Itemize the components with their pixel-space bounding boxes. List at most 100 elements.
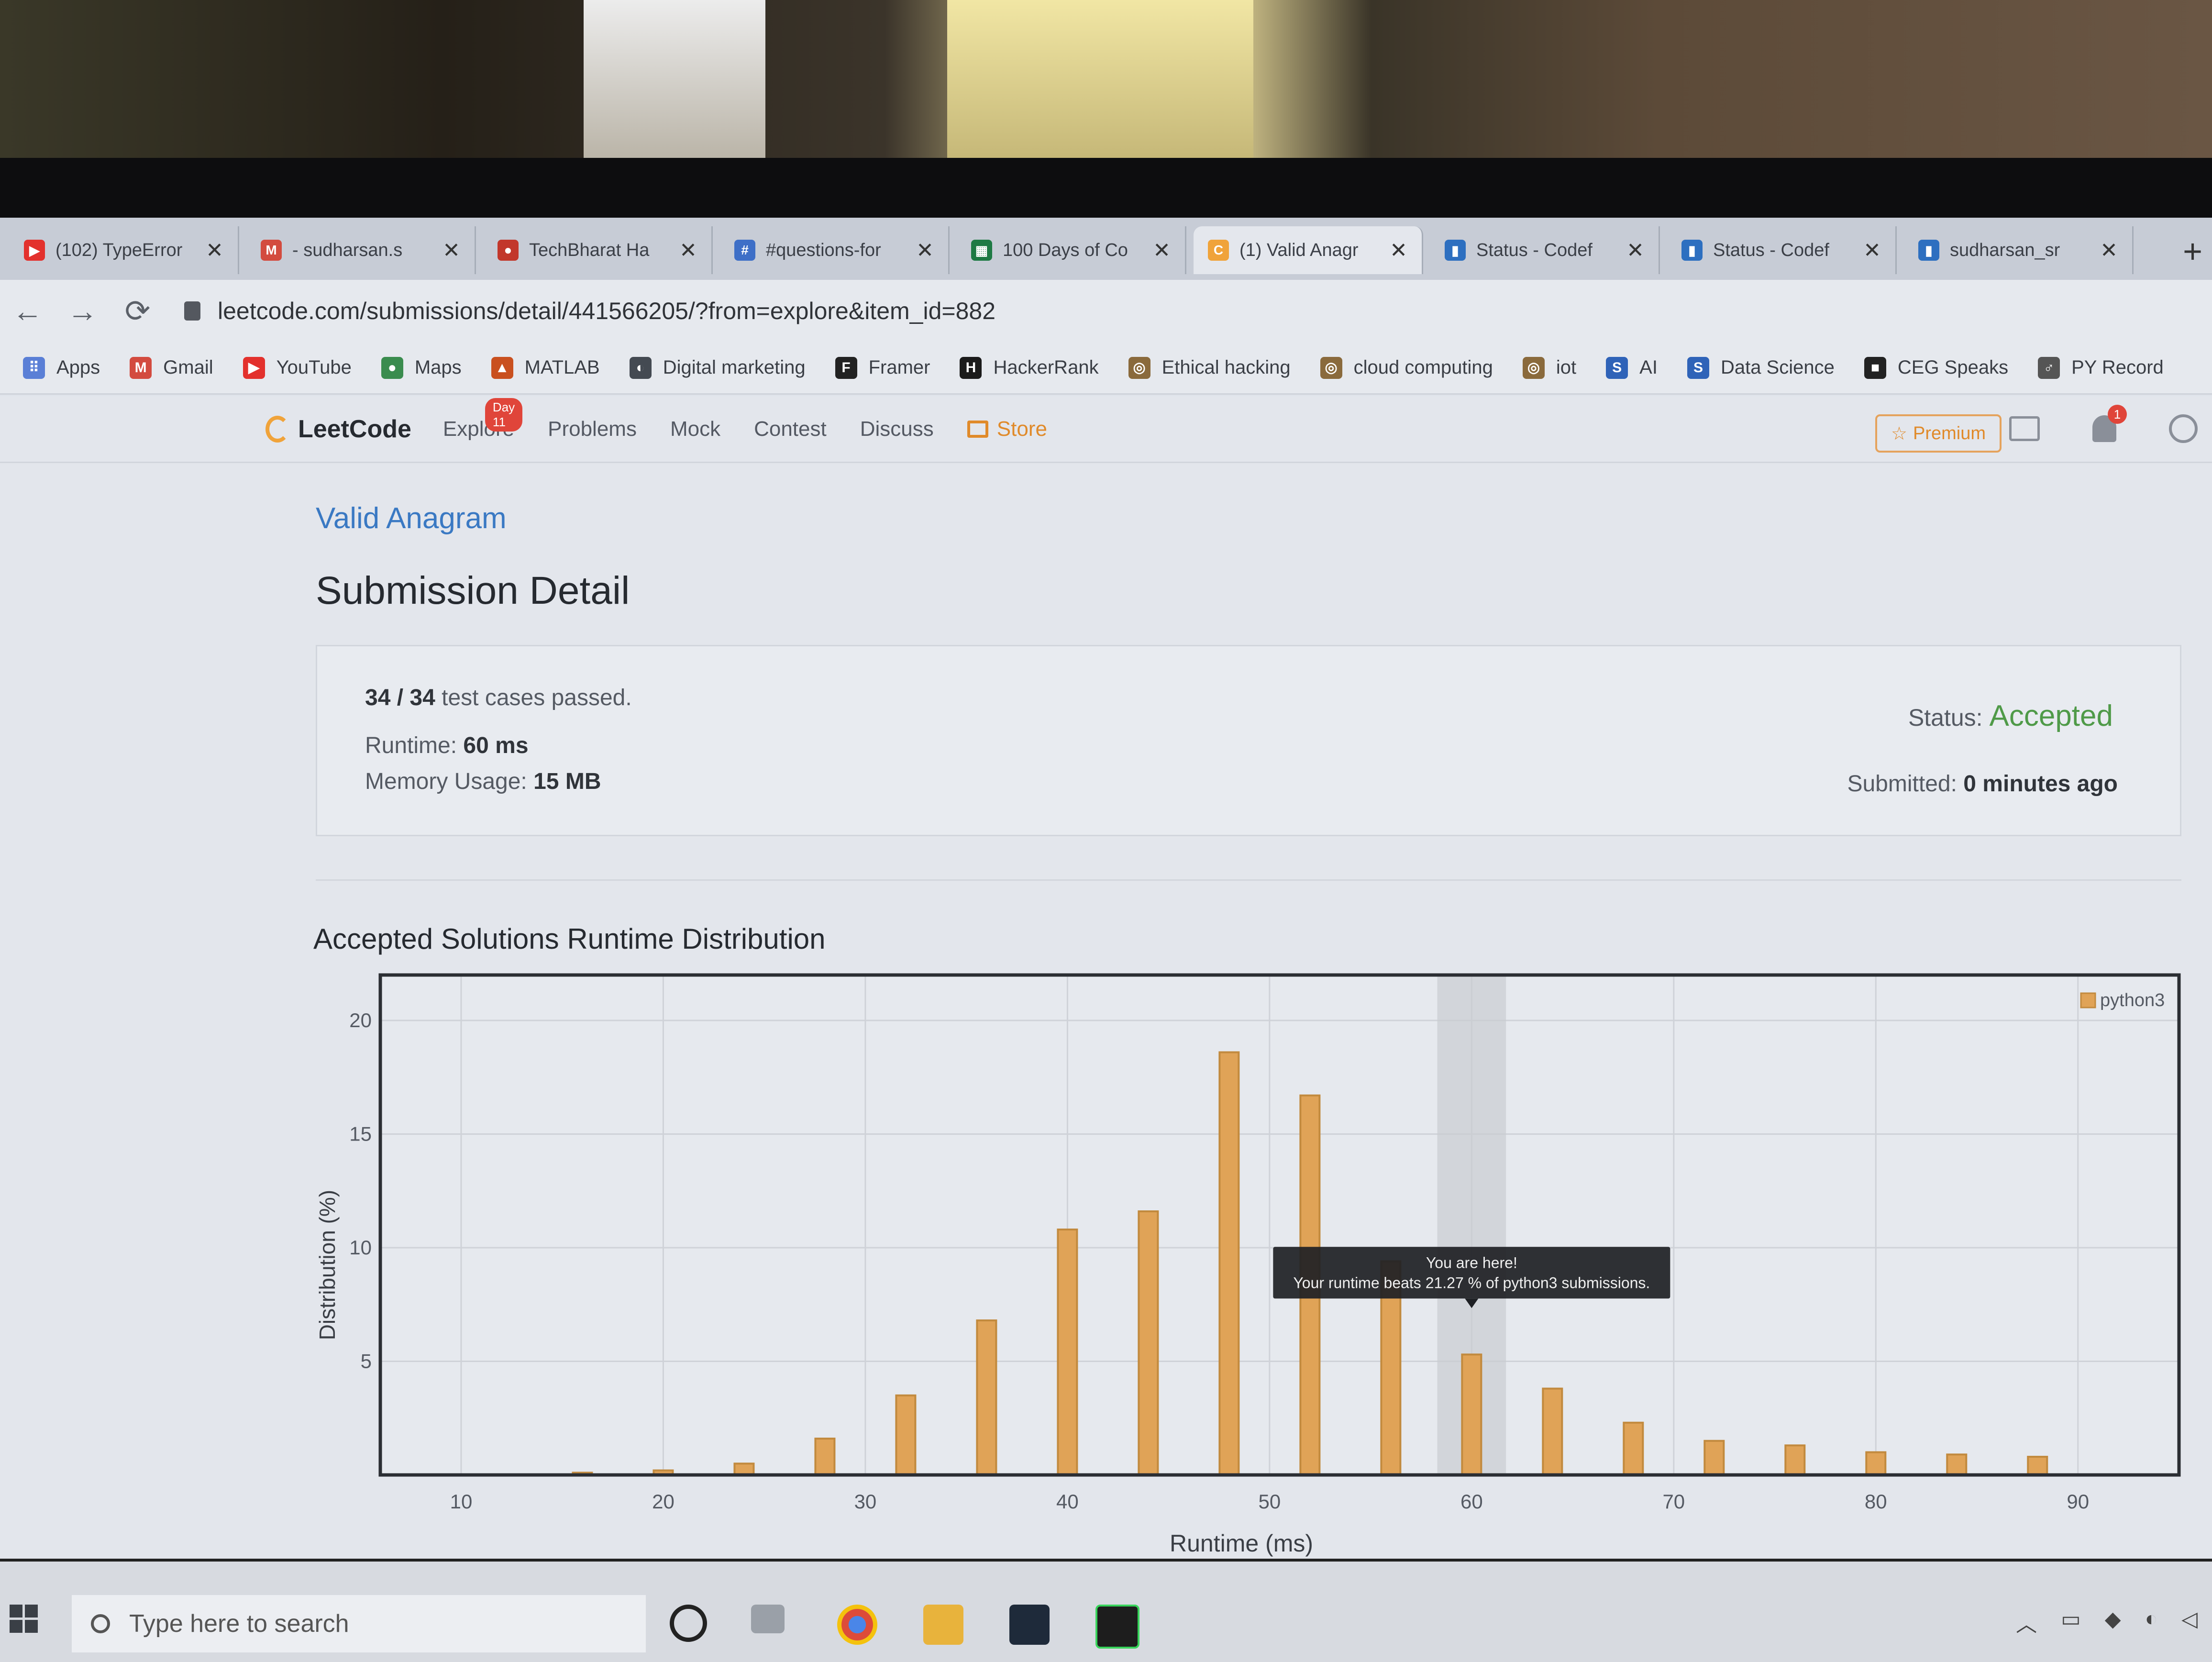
nav-store[interactable]: Store bbox=[967, 417, 1047, 441]
notification-bell-icon[interactable]: 1 bbox=[2092, 405, 2127, 442]
close-icon[interactable]: ✕ bbox=[206, 238, 223, 263]
bar[interactable] bbox=[2027, 1456, 2048, 1476]
bar[interactable] bbox=[1542, 1387, 1563, 1476]
windows-start-icon[interactable] bbox=[10, 1605, 38, 1633]
bookmark-item[interactable]: ♂ PY Record bbox=[2038, 356, 2164, 379]
tray-chevron-icon[interactable]: ︿ bbox=[2016, 1607, 2037, 1638]
leetcode-logo-icon bbox=[265, 415, 289, 443]
bookmark-label: Data Science bbox=[1720, 357, 1835, 378]
bar[interactable] bbox=[1461, 1353, 1482, 1476]
nav-problems[interactable]: Problems bbox=[548, 417, 637, 441]
bar[interactable] bbox=[976, 1319, 997, 1476]
close-icon[interactable]: ✕ bbox=[2100, 238, 2118, 263]
submission-result-card: 34 / 34 test cases passed. Runtime: 60 m… bbox=[316, 645, 2181, 836]
close-icon[interactable]: ✕ bbox=[1153, 238, 1171, 263]
system-tray: ︿ ▭ ◆ ◐ ◁ bbox=[2016, 1607, 2198, 1638]
chrome-icon[interactable] bbox=[837, 1605, 877, 1645]
chart-svg: 10 20 30 40 50 60 70 80 90 5 10 15 20 Runtime (ms) Dis… bbox=[315, 973, 2181, 1557]
tab-6[interactable]: ▮ Status - Codef ✕ bbox=[1430, 226, 1660, 274]
avatar[interactable] bbox=[2169, 414, 2198, 443]
y-tick-label: 5 bbox=[361, 1350, 372, 1373]
bookmark-item[interactable]: ⠿ Apps bbox=[23, 356, 100, 379]
gmail-icon: M bbox=[261, 240, 282, 261]
bar[interactable] bbox=[814, 1438, 836, 1476]
nav-explore[interactable]: Explore Day 11 bbox=[443, 398, 523, 441]
bookmark-item[interactable]: F Framer bbox=[835, 356, 930, 379]
new-tab-button[interactable]: + bbox=[2183, 232, 2202, 270]
maps-pin-icon: ● bbox=[381, 356, 403, 379]
bookmark-item[interactable]: ● Maps bbox=[381, 356, 462, 379]
bar[interactable] bbox=[1218, 1051, 1240, 1476]
tab-2[interactable]: ● TechBharat Ha ✕ bbox=[483, 226, 713, 274]
runtime-value: 60 ms bbox=[463, 733, 529, 758]
bar[interactable] bbox=[895, 1394, 917, 1476]
memory-label: Memory Usage: bbox=[365, 769, 527, 794]
close-icon[interactable]: ✕ bbox=[679, 238, 697, 263]
tab-title: TechBharat Ha bbox=[529, 240, 650, 260]
taskbar-search-input[interactable]: Type here to search bbox=[72, 1595, 646, 1652]
bookmark-item[interactable]: ◎ iot bbox=[1522, 356, 1576, 379]
close-icon[interactable]: ✕ bbox=[1863, 238, 1881, 263]
photo-window-left bbox=[584, 0, 765, 163]
bar[interactable] bbox=[1784, 1444, 1806, 1476]
cortana-icon[interactable] bbox=[670, 1605, 707, 1642]
bookmark-item[interactable]: ▶ YouTube bbox=[243, 356, 352, 379]
tray-volume-icon[interactable]: ◁ bbox=[2181, 1607, 2198, 1638]
s-icon: S bbox=[1687, 356, 1709, 379]
tab-0[interactable]: ▶ (102) TypeError ✕ bbox=[10, 226, 239, 274]
iot-icon: ◎ bbox=[1522, 356, 1545, 379]
status-value[interactable]: Accepted bbox=[1989, 699, 2113, 732]
bar[interactable] bbox=[733, 1463, 755, 1476]
bookmark-item[interactable]: ◎ Ethical hacking bbox=[1128, 356, 1291, 379]
tray-battery-icon[interactable]: ▭ bbox=[2061, 1607, 2081, 1638]
tab-7[interactable]: ▮ Status - Codef ✕ bbox=[1667, 226, 1897, 274]
tray-network-icon[interactable]: ◐ bbox=[2145, 1607, 2158, 1638]
bar[interactable] bbox=[1703, 1440, 1725, 1476]
tab-1[interactable]: M - sudharsan.s ✕ bbox=[246, 226, 476, 274]
bar[interactable] bbox=[1138, 1210, 1159, 1476]
tab-4[interactable]: ▦ 100 Days of Co ✕ bbox=[957, 226, 1186, 274]
bookmark-item[interactable]: M Gmail bbox=[130, 356, 213, 379]
tab-3[interactable]: # #questions-for ✕ bbox=[720, 226, 950, 274]
tab-5[interactable]: C (1) Valid Anagr ✕ bbox=[1194, 226, 1423, 274]
playground-icon[interactable] bbox=[2009, 416, 2040, 441]
sheets-icon: ▦ bbox=[971, 240, 992, 261]
back-button[interactable]: ← bbox=[0, 293, 55, 329]
bookmark-item[interactable]: S AI bbox=[1606, 356, 1658, 379]
bookmark-label: HackerRank bbox=[993, 357, 1099, 378]
bookmark-item[interactable]: S Data Science bbox=[1687, 356, 1835, 379]
close-icon[interactable]: ✕ bbox=[442, 238, 460, 263]
nav-mock[interactable]: Mock bbox=[670, 417, 720, 441]
bookmark-item[interactable]: ◎ cloud computing bbox=[1320, 356, 1493, 379]
problem-title-link[interactable]: Valid Anagram bbox=[316, 501, 507, 535]
bar[interactable] bbox=[1057, 1229, 1078, 1476]
bookmark-item[interactable]: ▲ MATLAB bbox=[491, 356, 600, 379]
bar[interactable] bbox=[1623, 1421, 1644, 1476]
bookmark-item[interactable]: ■ CEG Speaks bbox=[1864, 356, 2008, 379]
premium-button[interactable]: ☆ Premium bbox=[1875, 414, 2002, 453]
pycharm-icon[interactable] bbox=[1095, 1605, 1139, 1649]
nav-contest[interactable]: Contest bbox=[754, 417, 827, 441]
leetcode-logo[interactable]: LeetCode bbox=[265, 415, 411, 443]
file-explorer-icon[interactable] bbox=[923, 1605, 963, 1645]
bar[interactable] bbox=[1946, 1453, 1968, 1476]
task-view-icon[interactable] bbox=[751, 1605, 785, 1633]
youtube-icon: ▶ bbox=[24, 240, 45, 261]
bookmark-item[interactable]: H HackerRank bbox=[960, 356, 1099, 379]
forward-button[interactable]: → bbox=[55, 293, 110, 329]
bookmark-item[interactable]: ◐ Digital marketing bbox=[629, 356, 806, 379]
close-icon[interactable]: ✕ bbox=[1390, 238, 1407, 263]
url-text[interactable]: leetcode.com/submissions/detail/44156620… bbox=[218, 297, 995, 325]
reload-button[interactable]: ⟳ bbox=[110, 293, 165, 329]
mail-icon[interactable] bbox=[1009, 1605, 1050, 1645]
url-bar[interactable]: leetcode.com/submissions/detail/44156620… bbox=[184, 297, 995, 325]
x-tick-label: 80 bbox=[1865, 1490, 1887, 1513]
x-tick-label: 10 bbox=[450, 1490, 473, 1513]
tab-8[interactable]: ▮ sudharsan_sr ✕ bbox=[1904, 226, 2134, 274]
close-icon[interactable]: ✕ bbox=[916, 238, 934, 263]
bar[interactable] bbox=[1865, 1451, 1887, 1476]
tray-dropbox-icon[interactable]: ◆ bbox=[2105, 1607, 2121, 1638]
close-icon[interactable]: ✕ bbox=[1626, 238, 1644, 263]
nav-discuss[interactable]: Discuss bbox=[860, 417, 934, 441]
bookmarks-bar: ⠿ Apps M Gmail ▶ YouTube ● Maps ▲ MATLAB ◐ Digital … bbox=[0, 342, 2212, 395]
